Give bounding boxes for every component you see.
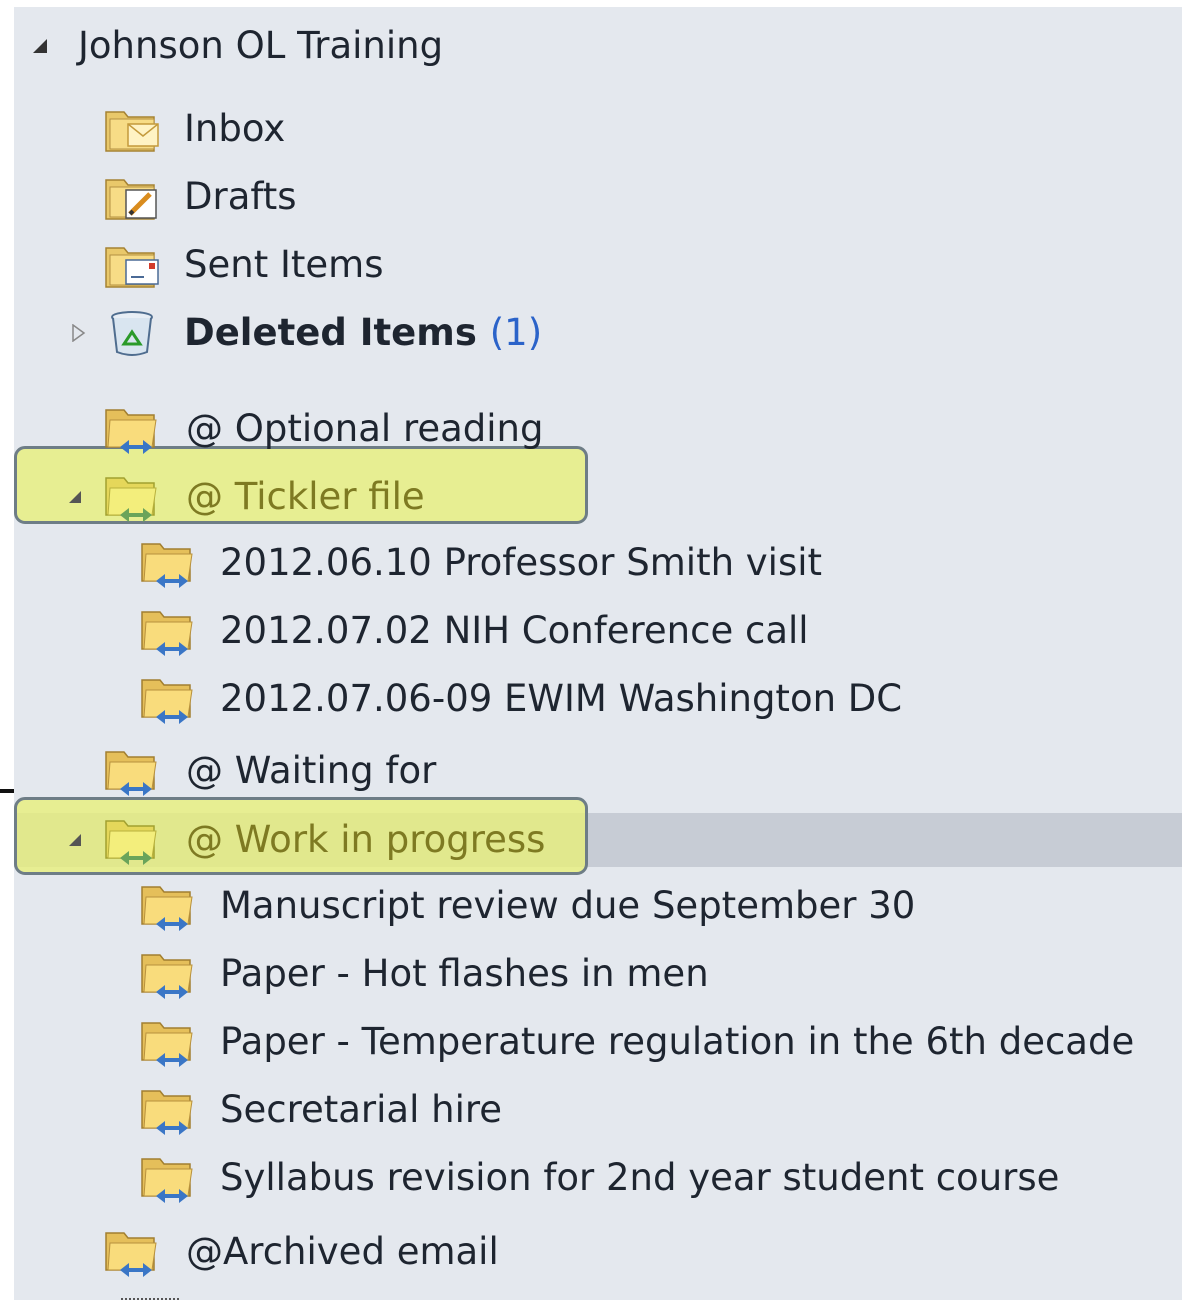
- recycle-bin-icon: [111, 311, 153, 356]
- account-row[interactable]: Johnson OL Training: [14, 19, 1182, 73]
- expanded-triangle-icon[interactable]: [68, 833, 82, 847]
- folder-optional-reading[interactable]: @ Optional reading: [14, 402, 1182, 456]
- shared-folder-icon: [105, 1232, 157, 1277]
- folder-tickler-child[interactable]: 2012.07.02 NIH Conference call: [14, 604, 1182, 658]
- wip-child-label: Paper - Hot flashes in men: [220, 952, 709, 995]
- edge-mark: [0, 789, 14, 793]
- folder-wip-child[interactable]: Secretarial hire: [14, 1083, 1182, 1137]
- expanded-triangle-icon[interactable]: [68, 490, 82, 504]
- shared-folder-icon: [141, 543, 193, 588]
- folder-sent-items[interactable]: Sent Items: [14, 238, 1182, 292]
- drafts-folder-icon: [105, 179, 157, 220]
- shared-folder-icon: [141, 954, 193, 999]
- folder-wip-child[interactable]: Syllabus revision for 2nd year student c…: [14, 1151, 1182, 1205]
- archived-email-label: @Archived email: [186, 1230, 499, 1273]
- folder-wip-child[interactable]: Manuscript review due September 30: [14, 879, 1182, 933]
- folder-wip-child[interactable]: Paper - Temperature regulation in the 6t…: [14, 1015, 1182, 1069]
- folder-tickler-child[interactable]: 2012.07.06-09 EWIM Washington DC: [14, 672, 1182, 726]
- wip-child-label: Manuscript review due September 30: [220, 884, 916, 927]
- shared-folder-icon: [105, 477, 157, 522]
- shared-folder-icon: [105, 409, 157, 454]
- optional-reading-label: @ Optional reading: [186, 407, 544, 450]
- more-items-indicator: [121, 1298, 179, 1300]
- folder-archived-email[interactable]: @Archived email: [14, 1225, 1182, 1279]
- folder-pane: Johnson OL Training Inbox Drafts Sent It…: [14, 7, 1182, 1300]
- deleted-items-label: Deleted Items (1): [184, 311, 543, 354]
- folder-inbox[interactable]: Inbox: [14, 102, 1182, 156]
- sent-items-label: Sent Items: [184, 243, 384, 286]
- folder-work-in-progress-content[interactable]: @ Work in progress: [14, 813, 1182, 867]
- folder-tickler-file[interactable]: @ Tickler file: [14, 470, 1182, 524]
- tickler-file-label: @ Tickler file: [186, 475, 425, 518]
- tickler-child-label: 2012.07.06-09 EWIM Washington DC: [220, 677, 903, 720]
- folder-deleted-items[interactable]: Deleted Items (1): [14, 306, 1182, 360]
- account-name: Johnson OL Training: [78, 24, 444, 67]
- tickler-child-label: 2012.06.10 Professor Smith visit: [220, 541, 823, 584]
- folder-drafts[interactable]: Drafts: [14, 170, 1182, 224]
- work-in-progress-label: @ Work in progress: [186, 818, 546, 861]
- shared-folder-icon: [141, 679, 193, 724]
- folder-wip-child[interactable]: Paper - Hot flashes in men: [14, 947, 1182, 1001]
- waiting-for-label: @ Waiting for: [186, 749, 437, 792]
- inbox-label: Inbox: [184, 107, 286, 150]
- shared-folder-icon: [141, 886, 193, 931]
- tickler-child-label: 2012.07.02 NIH Conference call: [220, 609, 809, 652]
- shared-folder-icon: [141, 1158, 193, 1203]
- wip-child-label: Secretarial hire: [220, 1088, 503, 1131]
- shared-folder-icon: [141, 1090, 193, 1135]
- sent-items-folder-icon: [105, 247, 159, 288]
- wip-child-label: Syllabus revision for 2nd year student c…: [220, 1156, 1060, 1199]
- wip-child-label: Paper - Temperature regulation in the 6t…: [220, 1020, 1135, 1063]
- shared-folder-icon: [105, 820, 157, 865]
- folder-tickler-child[interactable]: 2012.06.10 Professor Smith visit: [14, 536, 1182, 590]
- shared-folder-icon: [141, 1022, 193, 1067]
- unread-count: (1): [489, 311, 543, 354]
- shared-folder-icon: [105, 751, 157, 796]
- shared-folder-icon: [141, 611, 193, 656]
- drafts-label: Drafts: [184, 175, 297, 218]
- expanded-triangle-icon[interactable]: [32, 38, 48, 54]
- inbox-folder-icon: [105, 111, 159, 152]
- folder-waiting-for[interactable]: @ Waiting for: [14, 744, 1182, 798]
- collapsed-triangle-icon[interactable]: [72, 324, 86, 342]
